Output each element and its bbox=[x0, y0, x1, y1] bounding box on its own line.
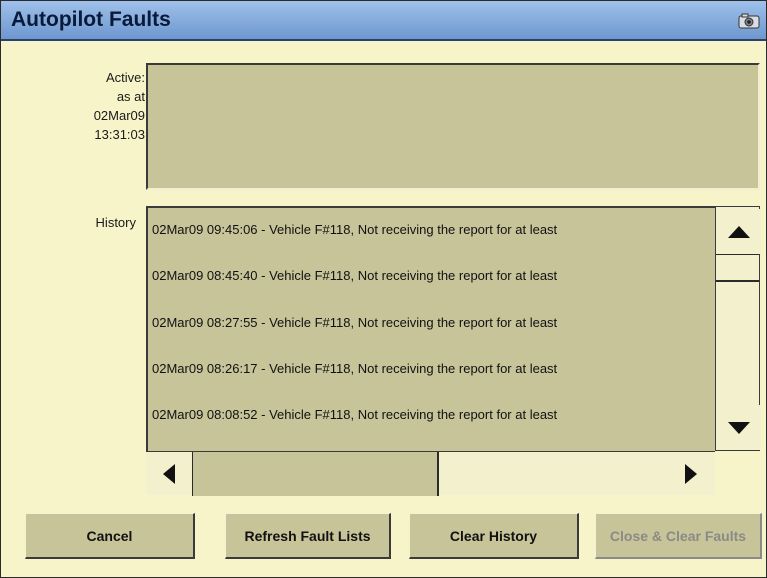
arrow-right-icon bbox=[685, 464, 697, 484]
active-faults-list[interactable] bbox=[146, 63, 760, 190]
window-title: Autopilot Faults bbox=[11, 8, 171, 31]
autopilot-faults-window: Autopilot Faults Active: as at 02Mar09 1… bbox=[0, 0, 767, 578]
cancel-button[interactable]: Cancel bbox=[25, 513, 195, 559]
history-row[interactable]: 02Mar09 08:26:17 - Vehicle F#118, Not re… bbox=[152, 361, 712, 381]
scroll-up-button[interactable] bbox=[716, 209, 761, 254]
active-label-line: 13:31:03 bbox=[94, 127, 145, 142]
arrow-up-icon bbox=[727, 225, 750, 238]
vertical-scroll-thumb[interactable] bbox=[716, 254, 759, 282]
active-label: Active: as at 02Mar09 13:31:03 bbox=[65, 68, 145, 144]
history-label: History bbox=[95, 215, 136, 230]
active-label-line: Active: bbox=[105, 70, 145, 85]
active-label-line: as at bbox=[116, 89, 145, 104]
refresh-fault-lists-button[interactable]: Refresh Fault Lists bbox=[225, 513, 391, 559]
history-row[interactable]: 02Mar09 08:08:52 - Vehicle F#118, Not re… bbox=[152, 407, 712, 427]
history-row[interactable]: 02Mar09 09:45:06 - Vehicle F#118, Not re… bbox=[152, 222, 712, 242]
arrow-down-icon bbox=[727, 421, 750, 434]
arrow-left-icon bbox=[163, 464, 175, 484]
close-clear-faults-button[interactable]: Close & Clear Faults bbox=[595, 513, 762, 559]
clear-history-button[interactable]: Clear History bbox=[409, 513, 579, 559]
active-label-line: 02Mar09 bbox=[93, 108, 145, 123]
title-bar: Autopilot Faults bbox=[1, 1, 766, 41]
history-row[interactable]: 02Mar09 08:45:40 - Vehicle F#118, Not re… bbox=[152, 268, 712, 288]
scrollbar-corner bbox=[715, 451, 760, 495]
history-horizontal-scrollbar[interactable] bbox=[146, 451, 716, 496]
history-row[interactable]: 02Mar09 08:27:55 - Vehicle F#118, Not re… bbox=[152, 315, 712, 335]
scroll-right-button[interactable] bbox=[668, 452, 714, 496]
camera-icon[interactable] bbox=[738, 13, 760, 29]
horizontal-scroll-thumb[interactable] bbox=[192, 452, 439, 496]
scroll-down-button[interactable] bbox=[716, 405, 761, 450]
history-vertical-scrollbar[interactable] bbox=[715, 206, 761, 451]
scroll-left-button[interactable] bbox=[146, 452, 192, 496]
